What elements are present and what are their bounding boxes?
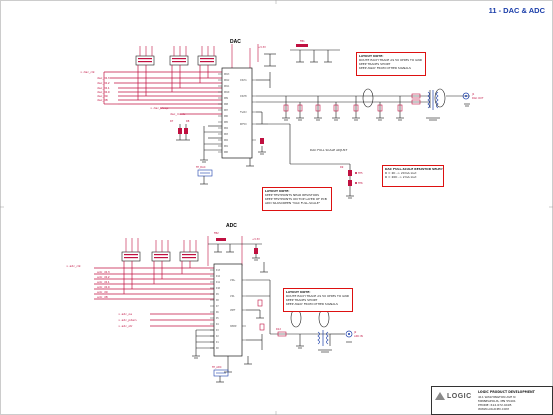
svg-text:DAC OUT: DAC OUT: [472, 96, 484, 100]
sheet-title: 11 - DAC & ADC: [488, 6, 545, 15]
web-line: WWW.LOGICPD.COM: [478, 407, 509, 411]
svg-text:DB9: DB9: [224, 97, 229, 100]
dac-resistor-note: DAC FULL-SCALE RESISTOR SELECTION R = 2K…: [382, 165, 444, 187]
svg-text:adc_d13: adc_d13: [97, 270, 110, 274]
svg-text:R8: R8: [186, 119, 190, 123]
svg-text:R12: R12: [276, 327, 281, 331]
svg-text:> adc_clk: > adc_clk: [66, 264, 81, 268]
company-name: LOGIC PRODUCT DEVELOPMENT: [478, 390, 535, 394]
svg-text:DB4: DB4: [224, 127, 229, 130]
svg-text:dac_d12: dac_d12: [97, 81, 110, 85]
svg-text:DB5: DB5: [224, 121, 229, 124]
svg-text:TP5: TP5: [358, 171, 363, 175]
svg-text:dac_d13: dac_d13: [97, 76, 110, 80]
svg-text:dac_d8: dac_d8: [97, 98, 108, 102]
svg-text:J1: J1: [471, 92, 475, 96]
svg-text:dac_mode: dac_mode: [170, 112, 186, 116]
svg-text:> adc_otr: > adc_otr: [118, 324, 133, 328]
svg-text:DB0: DB0: [224, 151, 229, 154]
svg-text:VIN-: VIN-: [230, 295, 235, 298]
svg-text:TP_DAC: TP_DAC: [196, 165, 206, 169]
svg-text:+3.3V: +3.3V: [258, 45, 266, 49]
svg-text:DB1: DB1: [224, 145, 229, 148]
dac-route-note: LAYOUT NOTE: ROUTE EACH TRACE AS 50 OHMS…: [356, 52, 426, 76]
svg-text:VIN+: VIN+: [230, 279, 236, 282]
svg-text:D12: D12: [216, 275, 221, 278]
title-block: LOGIC LOGIC PRODUCT DEVELOPMENT 411 WASH…: [431, 386, 553, 415]
svg-text:D13: D13: [216, 269, 221, 272]
svg-text:DB3: DB3: [224, 133, 229, 136]
note-line: KEEP AWAY FROM OTHER SIGNALS: [286, 302, 338, 306]
svg-text:J2: J2: [353, 330, 357, 334]
svg-text:FSADJ: FSADJ: [240, 111, 247, 114]
svg-text:DB8: DB8: [224, 103, 229, 106]
company-logo: LOGIC: [435, 390, 475, 402]
svg-text:IOUTA: IOUTA: [240, 79, 247, 82]
svg-text:> adc_oe: > adc_oe: [118, 312, 132, 316]
svg-text:> dac_sleep: > dac_sleep: [150, 106, 168, 110]
svg-text:DB13: DB13: [224, 73, 230, 76]
svg-text:DB7: DB7: [224, 109, 229, 112]
svg-text:ADC IN: ADC IN: [354, 334, 363, 338]
svg-text:adc_d12: adc_d12: [97, 275, 110, 279]
svg-text:DB12: DB12: [224, 79, 230, 82]
svg-text:R7: R7: [170, 119, 174, 123]
svg-text:+3.3V: +3.3V: [252, 237, 260, 241]
logo-triangle-icon: [435, 392, 445, 400]
dac-block-label: DAC: [230, 39, 241, 45]
svg-text:adc_d11: adc_d11: [97, 280, 110, 284]
svg-text:> adc_pdwn: > adc_pdwn: [118, 318, 137, 322]
svg-text:FB2: FB2: [214, 231, 219, 235]
logo-wordmark: LOGIC: [447, 392, 472, 400]
svg-text:D10: D10: [216, 287, 221, 290]
note-line: R = 20K -> 2mA Iout: [385, 175, 417, 179]
note-line: ADD SILKSCREEN "DAC FULL-SCALE": [265, 201, 321, 205]
svg-text:adc_d10: adc_d10: [97, 285, 110, 289]
svg-text:TP_ADC: TP_ADC: [212, 365, 222, 369]
svg-text:DB10: DB10: [224, 91, 230, 94]
svg-text:DB6: DB6: [224, 115, 229, 118]
dac-fullscale-label: DAC FULL SCALE ADJUST: [310, 148, 348, 152]
adc-block-label: ADC: [226, 223, 237, 229]
svg-text:adc_d8: adc_d8: [97, 295, 108, 299]
svg-text:SENSE: SENSE: [230, 325, 237, 328]
svg-text:> dac_clk: > dac_clk: [80, 70, 95, 74]
svg-text:IOUTB: IOUTB: [240, 95, 247, 98]
svg-text:FB1: FB1: [300, 39, 305, 43]
svg-text:R9: R9: [340, 165, 344, 169]
svg-text:DB2: DB2: [224, 139, 229, 142]
dac-testpoint-note: LAYOUT NOTE: KEEP TESTPOINTS NEAR RESIST…: [262, 187, 332, 211]
adc-route-note: LAYOUT NOTE: ROUTE EACH TRACE AS 50 OHMS…: [283, 288, 353, 312]
svg-text:adc_d9: adc_d9: [97, 290, 108, 294]
note-line: KEEP AWAY FROM OTHER SIGNALS: [359, 66, 411, 70]
svg-text:REFIO: REFIO: [240, 123, 247, 126]
svg-text:VREF: VREF: [230, 309, 236, 312]
svg-text:TP6: TP6: [358, 181, 363, 185]
svg-text:DB11: DB11: [224, 85, 230, 88]
svg-text:D11: D11: [216, 281, 221, 284]
